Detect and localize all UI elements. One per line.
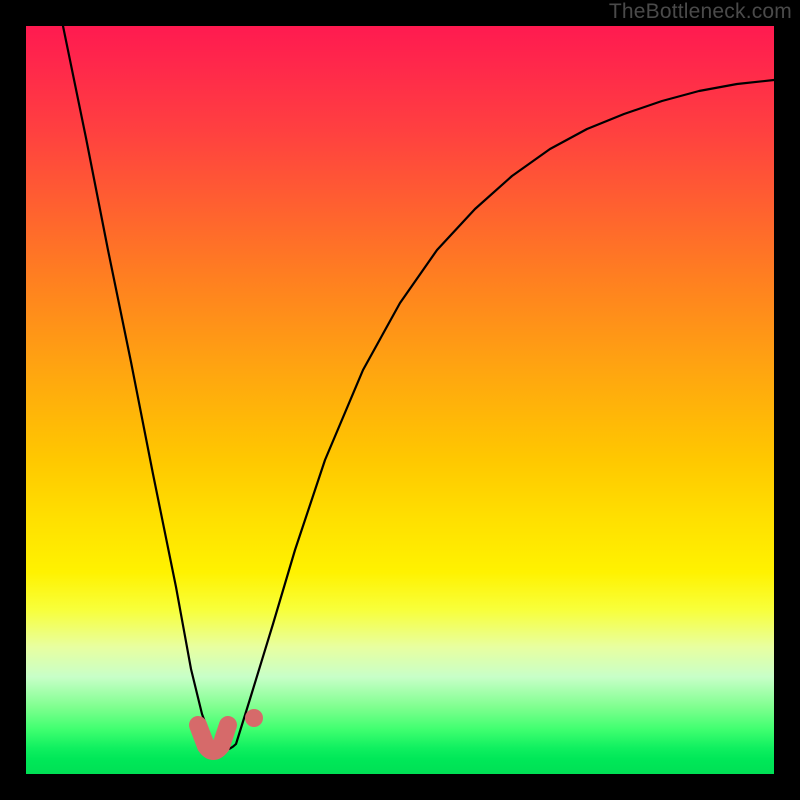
marker-dot (245, 709, 263, 727)
bottleneck-curve (63, 26, 774, 750)
curve-layer (26, 26, 774, 774)
chart-frame: TheBottleneck.com (0, 0, 800, 800)
plot-area (26, 26, 774, 774)
watermark-text: TheBottleneck.com (609, 0, 792, 24)
marker-u (198, 725, 228, 751)
